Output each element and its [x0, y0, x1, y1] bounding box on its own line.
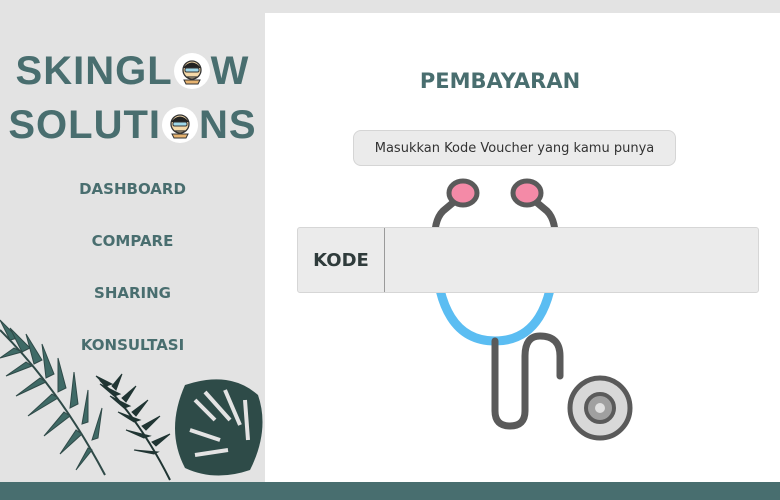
- stethoscope-illustration: [430, 178, 633, 441]
- code-field-group: KODE: [297, 227, 759, 293]
- sidebar: SKINGL W SOLUTI NS DASHBOARD COMPARE SHA…: [0, 0, 265, 482]
- tropical-leaves-decoration: [0, 319, 263, 481]
- logo-line-2: SOLUTI NS: [0, 98, 265, 152]
- page-title: PEMBAYARAN: [419, 69, 581, 93]
- voucher-code-button[interactable]: Masukkan Kode Voucher yang kamu punya: [353, 130, 676, 166]
- code-input[interactable]: [385, 228, 758, 292]
- logo-text-part: SKINGL: [15, 49, 173, 93]
- main-panel: PEMBAYARAN Masukkan Kode Voucher yang ka…: [265, 13, 780, 482]
- logo-text-part: SOLUTI: [8, 103, 162, 147]
- nav-item-compare[interactable]: COMPARE: [0, 220, 265, 272]
- nav-item-dashboard[interactable]: DASHBOARD: [0, 168, 265, 220]
- code-label: KODE: [298, 228, 385, 292]
- brand-logo: SKINGL W SOLUTI NS: [0, 44, 265, 152]
- avatar-face-icon: [173, 53, 210, 89]
- logo-text-part: W: [210, 49, 250, 93]
- logo-text-part: NS: [199, 103, 257, 147]
- avatar-face-icon: [162, 107, 199, 143]
- logo-line-1: SKINGL W: [0, 44, 265, 98]
- footer-bar: [0, 482, 780, 500]
